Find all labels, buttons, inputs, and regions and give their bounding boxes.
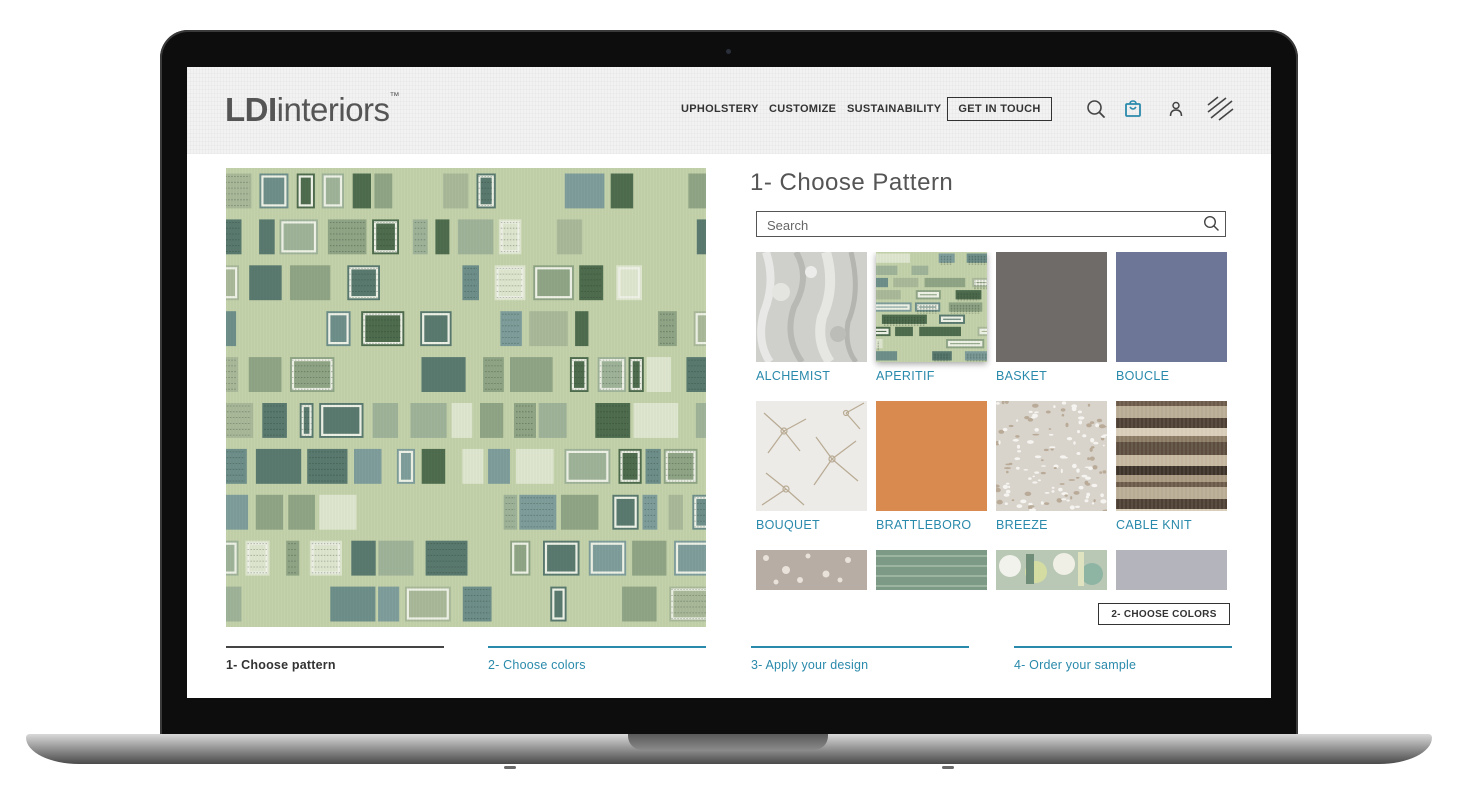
swatch-row3-1[interactable] [756, 550, 867, 590]
swatch-row3-3[interactable] [996, 550, 1107, 590]
pattern-grid: ALCHEMIST APERITIF BASKET BOUCLE BOUQUET… [756, 252, 1231, 590]
step-choose-pattern[interactable]: 1- Choose pattern [226, 646, 444, 672]
swatch-basket[interactable] [996, 252, 1107, 362]
swatch-alchemist[interactable] [756, 252, 867, 362]
laptop-notch [628, 734, 828, 750]
swatch-bouquet[interactable] [756, 401, 867, 511]
swatch-label[interactable]: APERITIF [876, 369, 935, 383]
step-label: 3- Apply your design [751, 657, 869, 672]
shopping-bag-icon[interactable] [1124, 99, 1142, 123]
swatch-aperitif[interactable] [876, 252, 987, 362]
swatch-label[interactable]: BOUQUET [756, 518, 820, 532]
step-bar [488, 646, 706, 648]
site-header: LDIinteriors™ UPHOLSTERY CUSTOMIZE SUSTA… [187, 67, 1271, 154]
choose-colors-button[interactable]: 2- CHOOSE COLORS [1098, 603, 1230, 625]
diagonal-lines-menu-icon[interactable] [1206, 96, 1234, 127]
search-icon[interactable] [1086, 99, 1106, 124]
search-input[interactable] [765, 214, 1189, 236]
swatch-breeze[interactable] [996, 401, 1107, 511]
webcam [726, 49, 731, 54]
swatch-cable-knit[interactable] [1116, 401, 1227, 511]
step-label: 1- Choose pattern [226, 657, 336, 672]
step-bar [1014, 646, 1232, 648]
step-bar [751, 646, 969, 648]
fabric-preview [226, 168, 706, 627]
step-order-sample[interactable]: 4- Order your sample [1014, 646, 1232, 672]
swatch-label[interactable]: BREEZE [996, 518, 1048, 532]
swatch-label[interactable]: BASKET [996, 369, 1047, 383]
logo-trademark: ™ [389, 91, 400, 102]
search-icon[interactable] [1203, 215, 1219, 236]
laptop-foot [504, 766, 516, 769]
brand-logo[interactable]: LDIinteriors™ [225, 91, 400, 129]
logo-bold: LDI [225, 91, 277, 128]
pattern-section-title: 1- Choose Pattern [750, 169, 954, 196]
swatch-row3-4[interactable] [1116, 550, 1227, 590]
swatch-label[interactable]: BOUCLE [1116, 369, 1169, 383]
swatch-brattleboro[interactable] [876, 401, 987, 511]
nav-upholstery[interactable]: UPHOLSTERY [681, 103, 759, 115]
nav-customize[interactable]: CUSTOMIZE [769, 103, 836, 115]
swatch-row3-2[interactable] [876, 550, 987, 590]
website-screen: LDIinteriors™ UPHOLSTERY CUSTOMIZE SUSTA… [187, 67, 1271, 698]
step-label: 4- Order your sample [1014, 657, 1137, 672]
swatch-label[interactable]: CABLE KNIT [1116, 518, 1192, 532]
step-bar [226, 646, 444, 648]
swatch-label[interactable]: ALCHEMIST [756, 369, 830, 383]
nav-sustainability[interactable]: SUSTAINABILITY [847, 103, 941, 115]
user-icon[interactable] [1169, 101, 1183, 122]
laptop-foot [942, 766, 954, 769]
pattern-search [756, 211, 1226, 237]
swatch-boucle[interactable] [1116, 252, 1227, 362]
swatch-label[interactable]: BRATTLEBORO [876, 518, 971, 532]
logo-rest: interiors [276, 91, 390, 128]
step-label: 2- Choose colors [488, 657, 586, 672]
get-in-touch-button[interactable]: GET IN TOUCH [947, 97, 1052, 121]
step-choose-colors[interactable]: 2- Choose colors [488, 646, 706, 672]
step-apply-design[interactable]: 3- Apply your design [751, 646, 969, 672]
